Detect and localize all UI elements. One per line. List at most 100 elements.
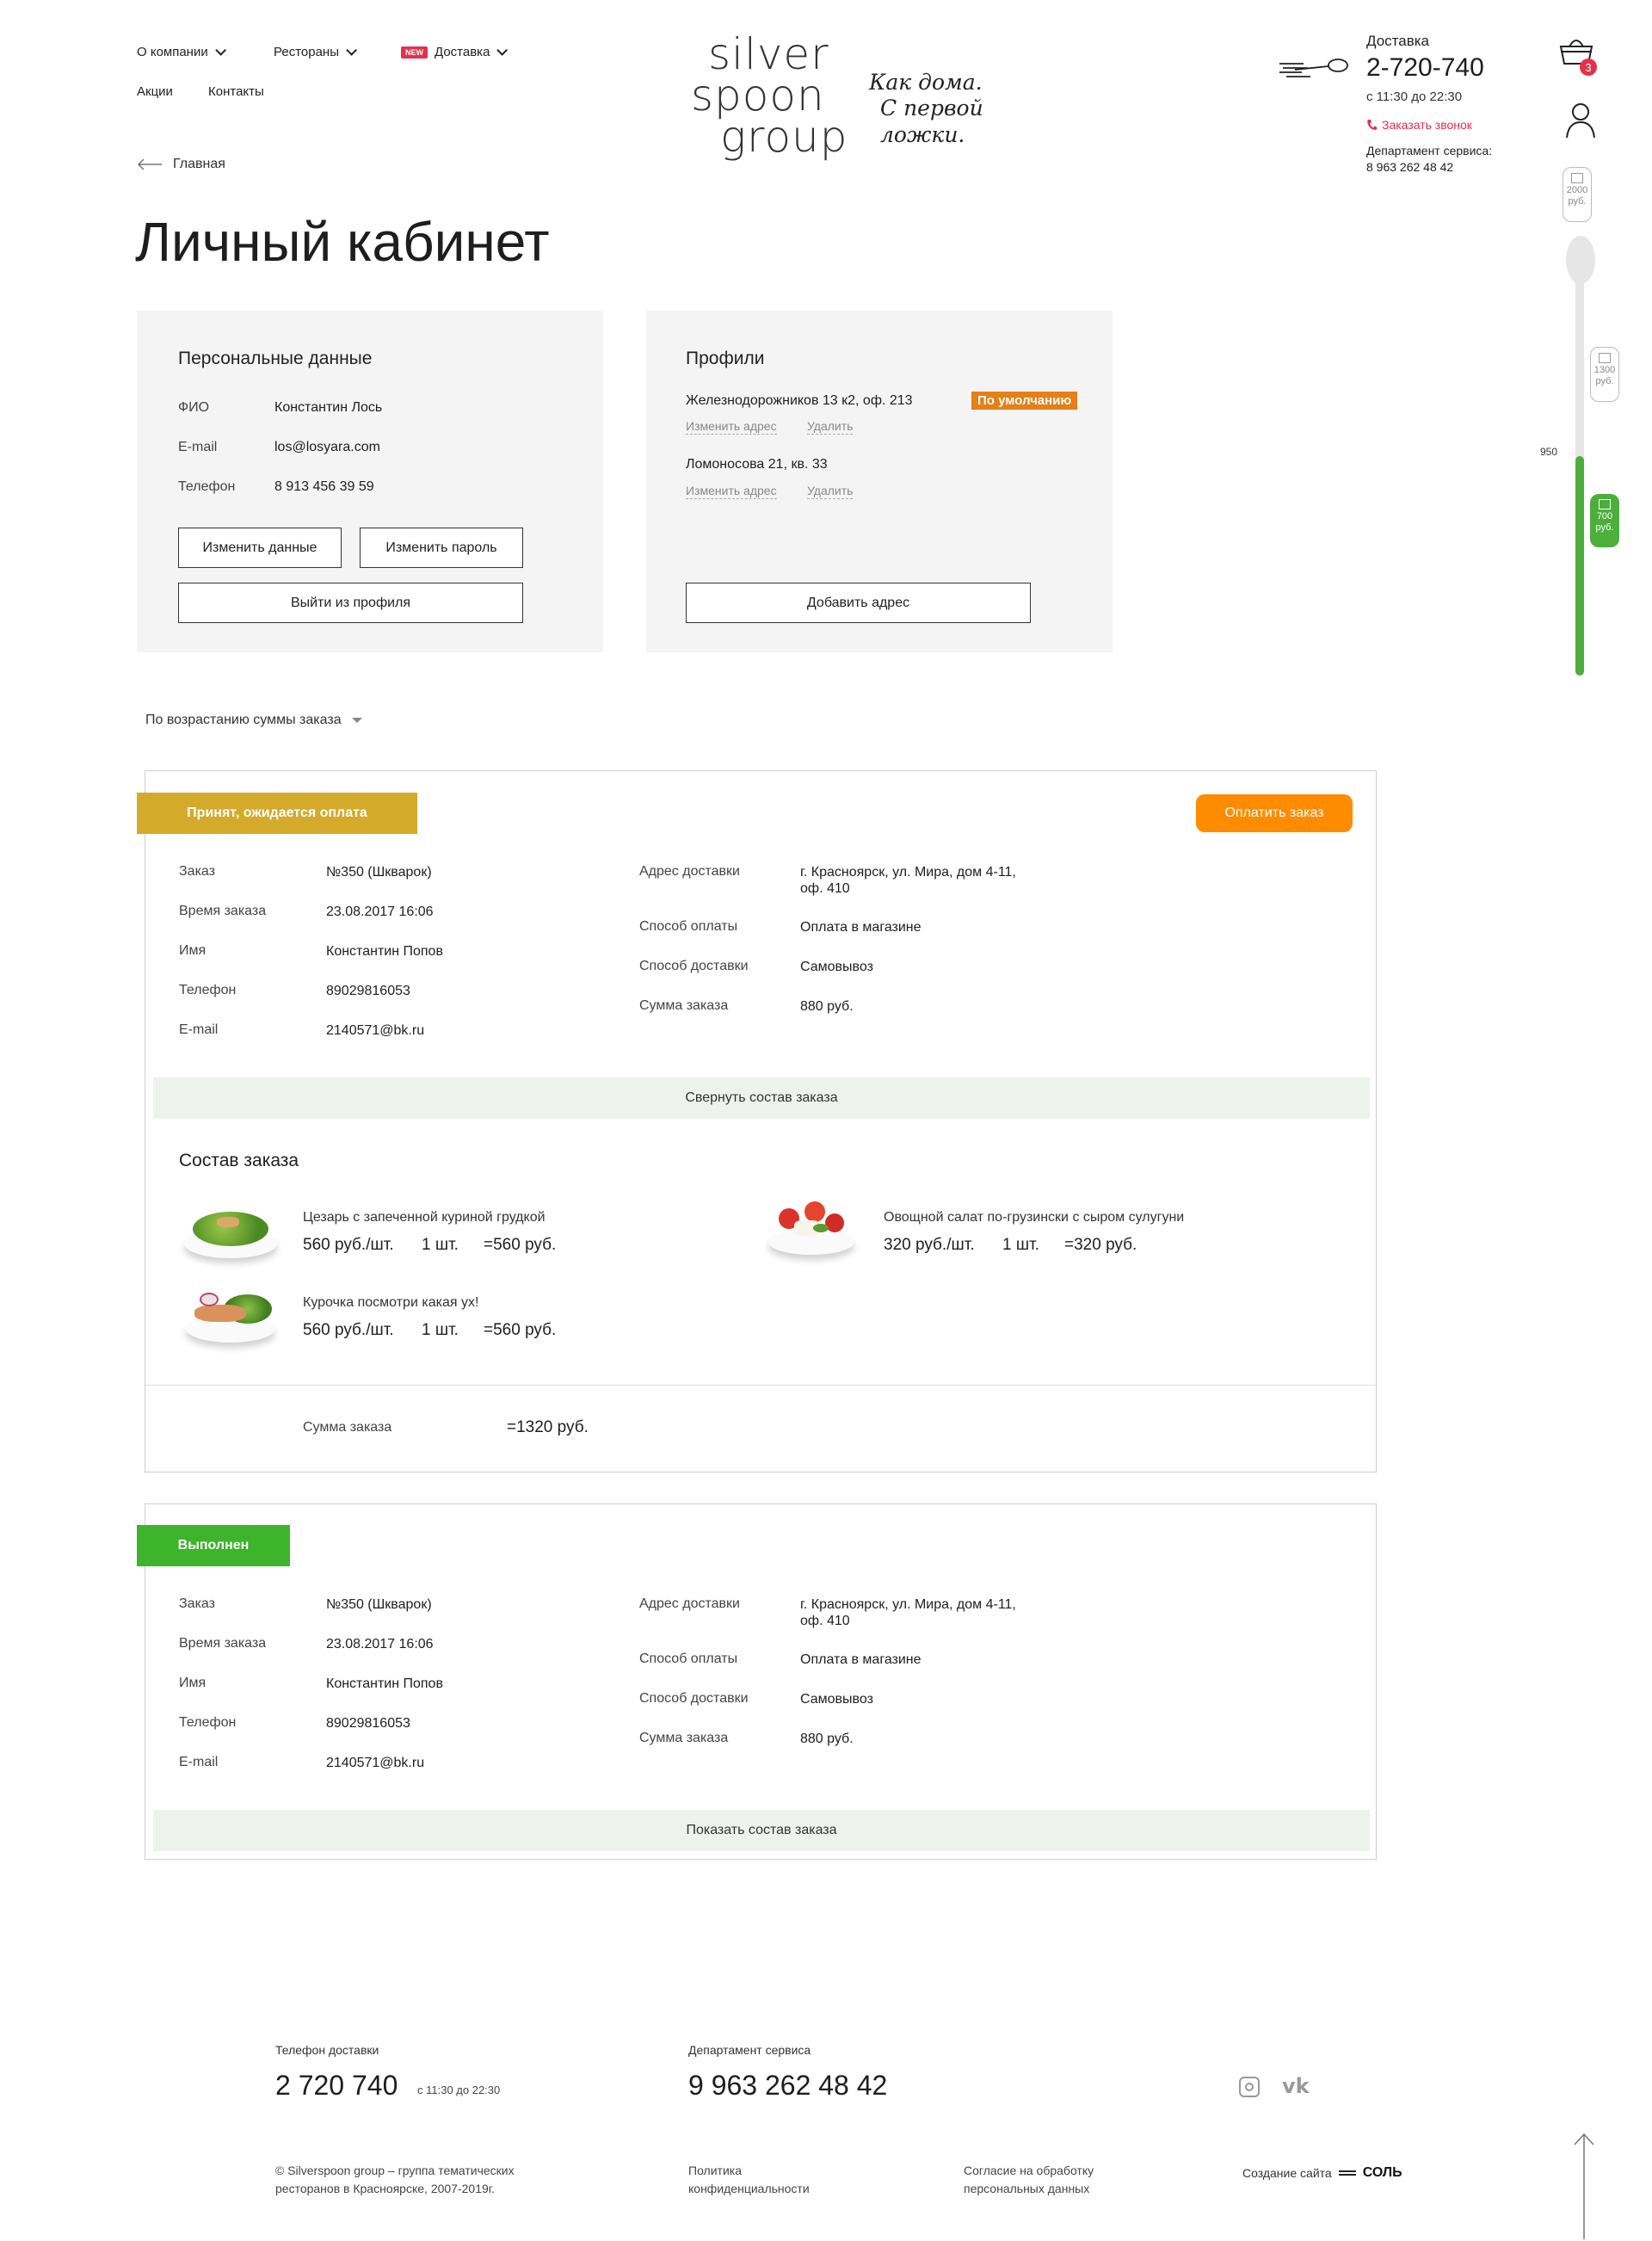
- nav-item-contacts[interactable]: Контакты: [208, 84, 264, 99]
- nav-item-promotions[interactable]: Акции: [137, 84, 173, 99]
- gift-unit: руб.: [1595, 522, 1614, 534]
- delivery-phone[interactable]: 2-720-740: [1366, 53, 1484, 83]
- nav-label: Акции: [137, 84, 173, 99]
- gift-icon: [1571, 173, 1583, 183]
- consent-line-1: Согласие на обработку: [964, 2164, 1094, 2177]
- field-value-name: Константин Лось: [274, 400, 383, 415]
- privacy-line-2: конфиденциальности: [688, 2182, 810, 2195]
- breadcrumb-home: Главная: [173, 157, 225, 171]
- order-label: Заказ: [179, 1596, 215, 1611]
- order-label: Сумма заказа: [639, 1731, 729, 1745]
- item-price: 560 руб./шт.: [303, 1321, 394, 1339]
- sort-dropdown[interactable]: По возрастанию суммы заказа: [145, 713, 362, 728]
- order-label: Сумма заказа: [639, 998, 729, 1013]
- order-label: Время заказа: [179, 1636, 267, 1651]
- footer-delivery-hours: с 11:30 до 22:30: [417, 2084, 501, 2096]
- arrow-up-icon[interactable]: [1571, 2133, 1597, 2239]
- spoon-icon: [1279, 59, 1348, 77]
- made-by-brand: СОЛЬ: [1362, 2165, 1402, 2180]
- pay-order-button[interactable]: Оплатить заказ: [1196, 794, 1353, 832]
- gift-bubble-700[interactable]: 700 руб.: [1590, 494, 1619, 547]
- edit-data-button[interactable]: Изменить данные: [178, 528, 342, 568]
- order-value: г. Красноярск, ул. Мира, дом 4-11,: [800, 1597, 1016, 1612]
- order-label: Имя: [179, 943, 206, 958]
- order-value: 23.08.2017 16:06: [326, 1637, 434, 1651]
- user-icon[interactable]: [1565, 102, 1596, 139]
- composition-title: Состав заказа: [179, 1151, 299, 1170]
- order-value: оф. 410: [800, 1614, 850, 1628]
- status-badge: Выполнен: [137, 1525, 290, 1566]
- field-label: ФИО: [178, 400, 210, 415]
- chevron-down-icon: [214, 45, 226, 56]
- callback-link[interactable]: Заказать звонок: [1366, 118, 1472, 132]
- made-by-lines-icon: [1338, 2170, 1356, 2176]
- gift-bubble-1300[interactable]: 1300 руб.: [1590, 347, 1619, 402]
- breadcrumb[interactable]: Главная: [137, 157, 225, 172]
- personal-data-title: Персональные данные: [178, 349, 373, 368]
- nav-item-restaurants[interactable]: Рестораны: [274, 45, 357, 59]
- made-by-link[interactable]: Создание сайта СОЛЬ: [1242, 2165, 1402, 2181]
- order-label: Телефон: [179, 983, 237, 997]
- privacy-line-1: Политика: [688, 2164, 742, 2177]
- item-qty: 1 шт.: [1002, 1236, 1039, 1254]
- order-label: Заказ: [179, 864, 215, 879]
- arrow-left-icon: [137, 158, 162, 170]
- footer-service-label: Департамент сервиса: [688, 2043, 811, 2057]
- logo[interactable]: silver spoon group Как дома. С первой ло…: [684, 26, 1063, 172]
- order-sum-value: =1320 руб.: [507, 1418, 589, 1436]
- logo-line-group: group: [720, 112, 848, 162]
- order-value: Константин Попов: [326, 944, 443, 959]
- delete-address-link[interactable]: Удалить: [807, 419, 854, 435]
- nav-label: Рестораны: [274, 45, 339, 59]
- order-label: Адрес доставки: [639, 1596, 740, 1611]
- gift-bubble-2000[interactable]: 2000 руб.: [1563, 167, 1592, 222]
- item-qty: 1 шт.: [422, 1321, 459, 1339]
- copyright-line-1: © Silverspoon group – группа тематически…: [275, 2164, 515, 2177]
- edit-password-button[interactable]: Изменить пароль: [360, 528, 523, 568]
- order-value: 23.08.2017 16:06: [326, 904, 434, 919]
- order-label: Способ оплаты: [639, 1651, 738, 1666]
- copyright: © Silverspoon group – группа тематически…: [275, 2162, 515, 2198]
- nav-label: О компании: [137, 45, 208, 59]
- logout-button[interactable]: Выйти из профиля: [178, 583, 523, 623]
- profiles-card: Профили Железнодорожников 13 к2, оф. 213…: [646, 311, 1113, 652]
- gift-unit: руб.: [1595, 376, 1614, 387]
- address-line: Железнодорожников 13 к2, оф. 213: [686, 393, 913, 408]
- nav-label: Доставка: [435, 45, 490, 59]
- show-composition-button[interactable]: Показать состав заказа: [153, 1810, 1370, 1851]
- order-value: Оплата в магазине: [800, 920, 922, 935]
- order-value: 89029816053: [326, 1716, 410, 1731]
- new-badge: NEW: [401, 46, 428, 59]
- current-sum-label: 950: [1540, 446, 1558, 458]
- item-name: Курочка посмотри какая ух!: [303, 1295, 479, 1310]
- edit-address-link[interactable]: Изменить адрес: [686, 419, 777, 435]
- order-label: Способ доставки: [639, 959, 749, 973]
- footer-delivery-phone[interactable]: 2 720 740: [275, 2070, 398, 2102]
- item-total: =320 руб.: [1064, 1236, 1137, 1254]
- item-name: Овощной салат по-грузински с сыром сулуг…: [884, 1210, 1185, 1225]
- privacy-policy-link[interactable]: Политика конфиденциальности: [688, 2162, 810, 2198]
- gift-amount: 700: [1596, 511, 1613, 522]
- edit-address-link[interactable]: Изменить адрес: [686, 484, 777, 499]
- gift-amount: 2000: [1566, 185, 1588, 195]
- chevron-down-icon: [346, 45, 357, 56]
- field-value-email: los@losyara.com: [274, 440, 380, 454]
- basket-button[interactable]: 3: [1557, 34, 1600, 77]
- vk-icon[interactable]: vk: [1282, 2074, 1310, 2098]
- callback-label: Заказать звонок: [1382, 118, 1472, 132]
- page-title: Личный кабинет: [135, 211, 550, 273]
- nav-item-delivery[interactable]: NEW Доставка: [401, 45, 509, 59]
- data-consent-link[interactable]: Согласие на обработку персональных данны…: [964, 2162, 1094, 2198]
- order-value: 89029816053: [326, 984, 410, 998]
- footer-service-phone[interactable]: 9 963 262 48 42: [688, 2070, 887, 2102]
- service-phone: 8 963 262 48 42: [1366, 160, 1454, 174]
- delete-address-link[interactable]: Удалить: [807, 484, 854, 499]
- nav-item-company[interactable]: О компании: [137, 45, 226, 59]
- caret-down-icon: [351, 718, 362, 723]
- dish-image: [181, 1196, 280, 1265]
- instagram-icon[interactable]: [1239, 2077, 1260, 2097]
- order-value: №350 (Шкварок): [326, 1597, 432, 1612]
- add-address-button[interactable]: Добавить адрес: [686, 583, 1031, 623]
- collapse-composition-button[interactable]: Свернуть состав заказа: [153, 1077, 1370, 1119]
- order-value: 2140571@bk.ru: [326, 1756, 425, 1770]
